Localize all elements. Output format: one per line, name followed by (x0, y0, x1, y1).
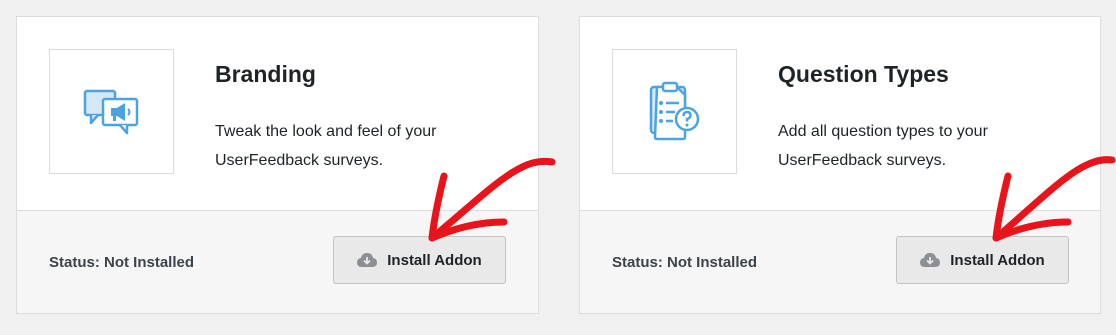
addon-icon-box (612, 49, 737, 174)
install-addon-button[interactable]: Install Addon (333, 236, 506, 284)
install-addon-label: Install Addon (387, 251, 482, 269)
addon-title: Branding (215, 61, 316, 87)
addon-description: Tweak the look and feel of your UserFeed… (215, 123, 437, 169)
cloud-download-icon (357, 252, 378, 267)
addon-status: Status: Not Installed (612, 254, 758, 271)
addon-footer: Status: Not Installed Install Addon (17, 210, 538, 313)
addon-title: Question Types (778, 61, 949, 87)
addon-description: Add all question types to your UserFeedb… (778, 123, 988, 169)
install-addon-button[interactable]: Install Addon (896, 236, 1069, 284)
addon-icon-box (49, 49, 174, 174)
install-addon-label: Install Addon (950, 251, 1045, 269)
megaphone-chat-icon (83, 89, 138, 134)
addon-card-branding: Branding Tweak the look and feel of your… (16, 16, 539, 314)
addon-footer: Status: Not Installed Install Addon (580, 210, 1100, 313)
addon-card-question-types: Question Types Add all question types to… (579, 16, 1101, 314)
addon-status: Status: Not Installed (49, 254, 195, 271)
question-checklist-icon (649, 81, 699, 140)
cloud-download-icon (920, 252, 941, 267)
